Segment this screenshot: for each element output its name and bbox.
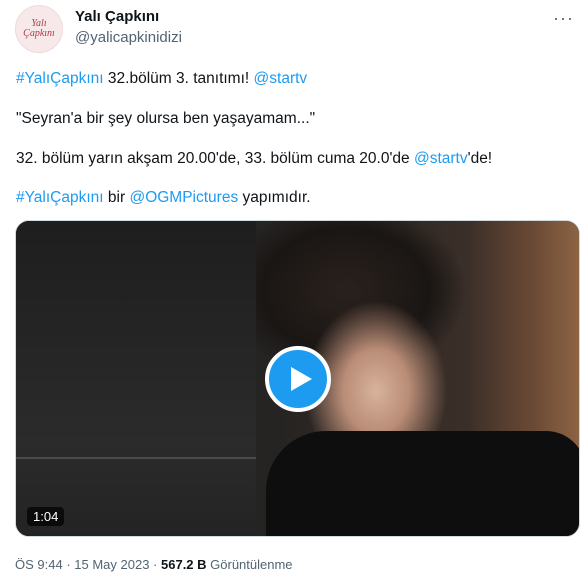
- video-thumbnail-wall: [16, 221, 256, 536]
- tweet-meta: ÖS 9:44 · 15 May 2023 · 567.2 B Görüntül…: [15, 557, 293, 572]
- video-duration: 1:04: [27, 507, 65, 526]
- avatar[interactable]: Yalı Çapkını: [15, 5, 63, 53]
- tweet-text: bir: [103, 189, 130, 206]
- tweet-line-1: #YalıÇapkını 32.bölüm 3. tanıtımı! @star…: [16, 70, 307, 88]
- mention-link[interactable]: @startv: [414, 150, 468, 167]
- tweet-line-2: "Seyran'a bir şey olursa ben yaşayamam..…: [16, 110, 316, 127]
- views-label: Görüntülenme: [206, 557, 293, 572]
- avatar-logo-line2: Çapkını: [23, 28, 55, 39]
- play-icon: [290, 367, 312, 391]
- tweet-text: 'de!: [467, 150, 493, 167]
- tweet-text: yapımıdır.: [238, 189, 311, 206]
- mention-link[interactable]: @startv: [254, 70, 308, 87]
- video-thumbnail-divider: [16, 457, 256, 459]
- play-button[interactable]: [265, 346, 331, 412]
- hashtag-link[interactable]: #YalıÇapkını: [16, 70, 104, 87]
- author-handle[interactable]: @yalicapkinidizi: [75, 29, 182, 46]
- tweet-line-3: 32. bölüm yarın akşam 20.00'de, 33. bölü…: [16, 150, 492, 168]
- video-thumbnail-jacket: [266, 431, 579, 536]
- tweet-text: 32. bölüm yarın akşam 20.00'de, 33. bölü…: [16, 150, 414, 167]
- meta-separator: ·: [149, 557, 161, 572]
- meta-separator: ·: [62, 557, 75, 572]
- hashtag-link[interactable]: #YalıÇapkını: [16, 189, 104, 206]
- more-options-icon[interactable]: ···: [553, 8, 574, 29]
- tweet-text: 32.bölüm 3. tanıtımı!: [103, 70, 254, 87]
- mention-link[interactable]: @OGMPictures: [129, 189, 238, 206]
- view-count: 567.2 B: [161, 557, 207, 572]
- author-name[interactable]: Yalı Çapkını: [75, 8, 159, 25]
- tweet-date[interactable]: 15 May 2023: [74, 557, 149, 572]
- tweet-line-4: #YalıÇapkını bir @OGMPictures yapımıdır.: [16, 189, 311, 207]
- tweet-time[interactable]: ÖS 9:44: [15, 557, 63, 572]
- video-player[interactable]: 1:04: [15, 220, 580, 537]
